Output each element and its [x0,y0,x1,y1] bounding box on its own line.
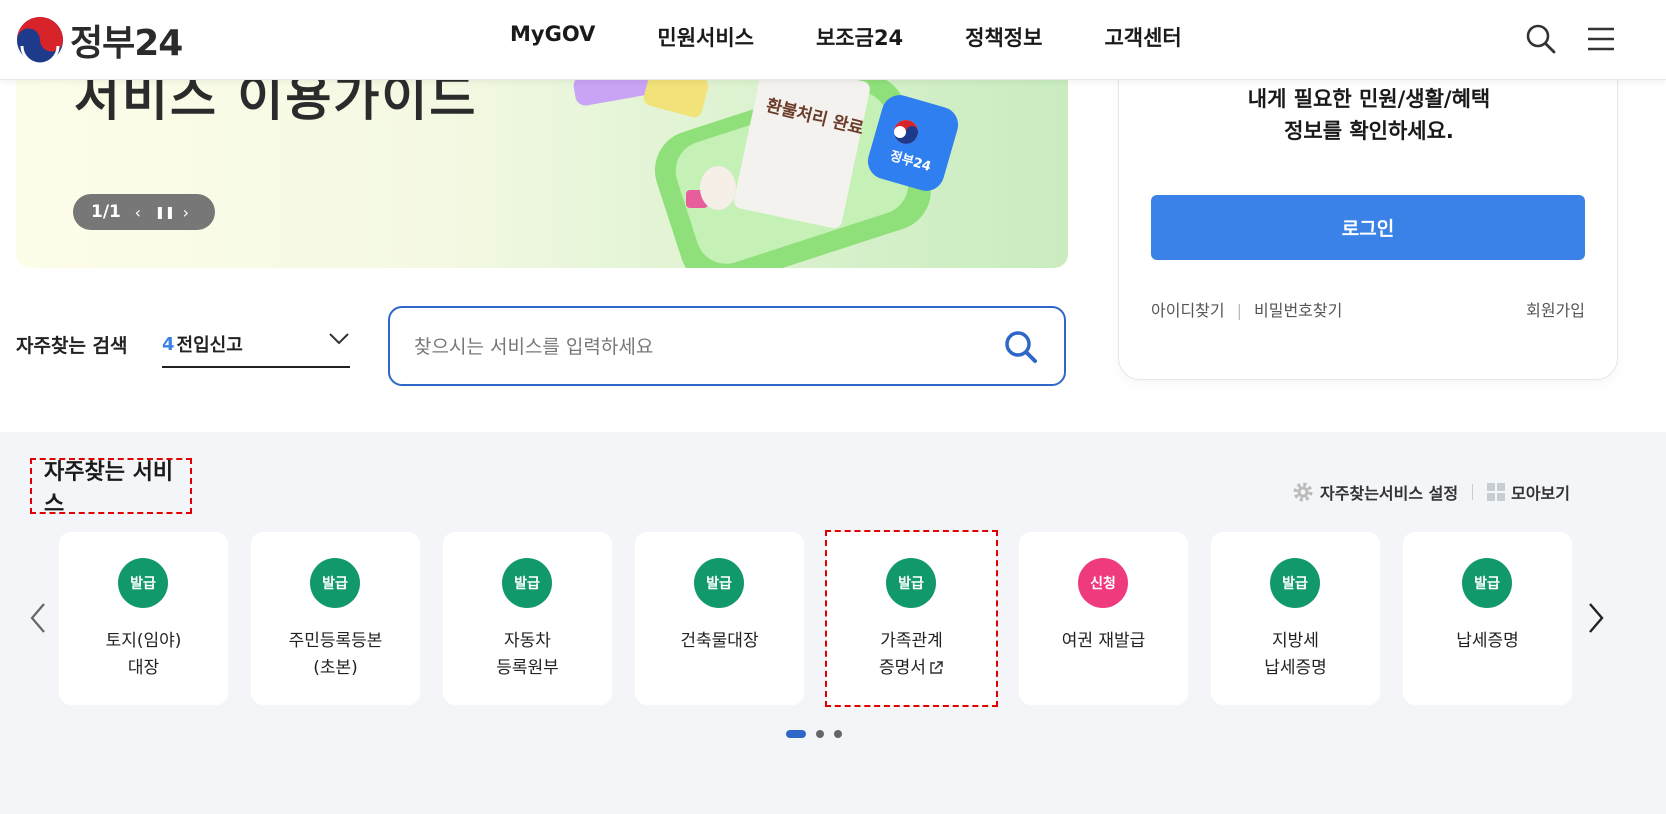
find-password-link[interactable]: 비밀번호찾기 [1254,301,1342,320]
login-button[interactable]: 로그인 [1151,195,1585,260]
services-settings-button[interactable]: 자주찾는서비스 설정 [1292,480,1458,504]
issue-badge: 발급 [502,558,552,608]
nav-subsidy24[interactable]: 보조금24 [816,22,903,52]
card-label: 여권 재발급 [1061,631,1146,651]
nav-policy-info[interactable]: 정책정보 [965,22,1042,52]
search-button-icon[interactable] [1002,328,1040,366]
login-message-line2: 정보를 확인하세요. [1284,119,1454,143]
site-header: 정부24 MyGOV 민원서비스 보조금24 정책정보 고객센터 [0,0,1666,80]
service-card-family-relation-certificate[interactable]: 발급 가족관계 증명서 [825,530,998,707]
service-card-land-register[interactable]: 발급 토지(임야) 대장 [59,532,228,705]
search-input[interactable] [414,330,974,364]
chevron-right-icon[interactable] [1584,598,1608,638]
main-nav: MyGOV 민원서비스 보조금24 정책정보 고객센터 [510,22,1182,52]
menu-icon[interactable] [1584,22,1618,56]
divider [1472,484,1474,500]
services-settings-label: 자주찾는서비스 설정 [1320,484,1459,503]
card-label: 자동차 등록원부 [496,631,559,678]
divider: | [1236,301,1242,320]
card-label: 가족관계 증명서 [879,631,943,678]
frequent-search-rank: 4 [162,333,175,355]
issue-badge: 발급 [694,558,744,608]
login-panel: 내게 필요한 민원/생활/혜택 정보를 확인하세요. 로그인 아이디찾기 | 비밀번… [1118,60,1618,380]
card-label: 지방세 납세증명 [1264,631,1327,678]
search-box [388,306,1066,386]
login-message: 내게 필요한 민원/생활/혜택 정보를 확인하세요. [1119,83,1619,147]
section-tools: 자주찾는서비스 설정 모아보기 [1292,480,1570,504]
pause-icon[interactable]: ❚❚ [155,205,175,219]
nav-civil-services[interactable]: 민원서비스 [657,22,754,52]
service-card-tax-payment-certificate[interactable]: 발급 납세증명 [1403,532,1572,705]
grid-icon [1487,483,1506,501]
pagination-dots [786,730,842,738]
nav-mygov[interactable]: MyGOV [510,22,595,52]
frequent-services-section: 자주찾는 서비스 자주찾는서비스 설정 모아보기 발급 토지(임야) 대장 발급… [0,432,1666,814]
banner-illustration: 환불처리 완료 정부24 [573,80,959,268]
card-label: 주민등록등본 (초본) [288,631,383,678]
banner-title: 서비스 이용가이드 [74,80,478,127]
taegeuk-logo-icon [17,17,63,64]
issue-badge: 발급 [310,558,360,608]
section-title-box: 자주찾는 서비스 [30,458,192,517]
gear-icon [1293,482,1313,502]
login-message-line1: 내게 필요한 민원/생활/혜택 [1247,87,1491,111]
service-card-vehicle-register[interactable]: 발급 자동차 등록원부 [443,532,612,705]
issue-badge: 발급 [118,558,168,608]
logo[interactable]: 정부24 [16,14,183,66]
logo-text: 정부24 [70,23,183,64]
issue-badge: 발급 [1270,558,1320,608]
next-slide-icon[interactable]: › [179,203,193,222]
nav-customer-center[interactable]: 고객센터 [1104,22,1181,52]
chevron-left-icon[interactable] [26,598,50,638]
service-cards: 발급 토지(임야) 대장 발급 주민등록등본 (초본) 발급 자동차 등록원부 발급 … [59,530,1572,707]
service-card-passport-reissue[interactable]: 신청 여권 재발급 [1019,532,1188,705]
service-card-local-tax-certificate[interactable]: 발급 지방세 납세증명 [1211,532,1380,705]
service-card-building-register[interactable]: 발급 건축물대장 [635,532,804,705]
pagination-dot-2[interactable] [816,730,824,738]
card-label: 납세증명 [1456,631,1519,651]
issue-badge: 발급 [886,558,936,608]
frequent-search-select[interactable]: 4 전입신고 [162,322,350,368]
frequent-search-term: 전입신고 [176,335,243,356]
view-all-button[interactable]: 모아보기 [1487,480,1570,504]
view-all-label: 모아보기 [1511,484,1570,503]
section-title: 자주찾는 서비스 [44,460,174,517]
hero-banner[interactable]: 서비스 이용가이드 환불처리 완료 정부24 1/1 ‹ ❚❚ › [16,80,1068,268]
signup-link[interactable]: 회원가입 [1526,297,1585,321]
apply-badge: 신청 [1078,558,1128,608]
issue-badge: 발급 [1462,558,1512,608]
frequent-search-label: 자주찾는 검색 [16,335,128,357]
external-link-icon [930,661,943,674]
chevron-down-icon [329,333,349,345]
prev-slide-icon[interactable]: ‹ [131,203,145,222]
pagination-dot-3[interactable] [834,730,842,738]
card-label: 토지(임야) 대장 [105,631,182,678]
card-label: 건축물대장 [680,631,759,651]
search-icon[interactable] [1524,22,1558,56]
pagination-dot-1[interactable] [786,730,806,738]
login-links: 아이디찾기 | 비밀번호찾기 회원가입 [1151,297,1585,321]
find-id-link[interactable]: 아이디찾기 [1151,301,1225,320]
slide-controls: 1/1 ‹ ❚❚ › [73,194,215,230]
slide-counter: 1/1 [91,202,121,222]
service-card-resident-registration[interactable]: 발급 주민등록등본 (초본) [251,532,420,705]
